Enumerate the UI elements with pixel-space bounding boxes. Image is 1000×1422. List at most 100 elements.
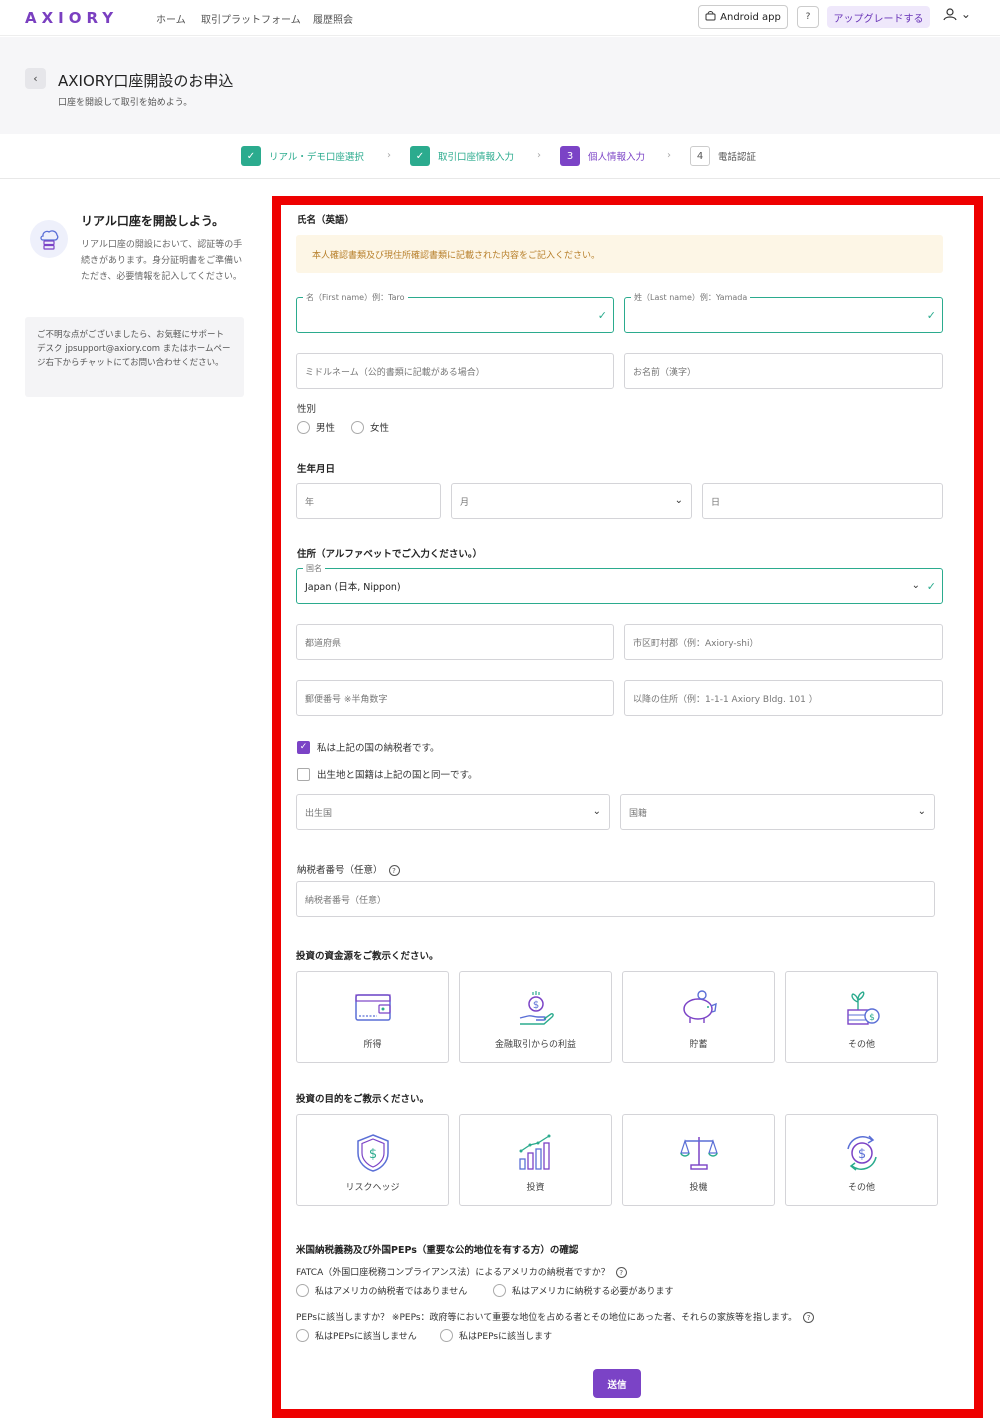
address-section-label: 住所（アルファベットでご入力ください。） <box>297 549 483 560</box>
first-name-label: 名（First name）例：Taro <box>303 292 408 303</box>
kanji-name-input[interactable]: お名前（漢字） <box>624 353 943 389</box>
gender-male-radio[interactable]: 男性 <box>297 420 335 434</box>
chevron-right-icon: › <box>667 150 671 161</box>
back-button[interactable]: ‹ <box>25 68 46 89</box>
svg-text:$: $ <box>869 1013 875 1023</box>
street-input[interactable]: 以降の住所（例：1-1-1 Axiory Bldg. 101 ） <box>624 680 943 716</box>
tin-input[interactable]: 納税者番号（任意） <box>296 881 935 917</box>
checkbox-square <box>297 767 310 781</box>
birth-country-select[interactable]: 出生国 ⌄ <box>296 794 610 830</box>
nav-history[interactable]: 履歴照会 <box>313 11 353 26</box>
taxpayer-label: 私は上記の国の納税者です。 <box>317 743 440 754</box>
fatca-yes-radio[interactable]: 私はアメリカに納税する必要があります <box>493 1284 674 1297</box>
check-icon: ✓ <box>241 146 261 166</box>
question-icon[interactable]: ? <box>388 865 400 876</box>
option-label: その他 <box>847 1040 875 1050</box>
option-label: リスクヘッジ <box>345 1183 400 1193</box>
page-title: AXIORY口座開設のお申込 <box>58 72 234 90</box>
purpose-section-label: 投資の目的をご教示ください。 <box>296 1094 430 1105</box>
upgrade-button[interactable]: アップグレードする <box>827 6 930 28</box>
question-icon[interactable]: ? <box>615 1267 627 1278</box>
funds-option-other[interactable]: $ その他 <box>785 971 938 1063</box>
birth-day-input[interactable]: 日 <box>702 483 943 519</box>
sidebar-title: リアル口座を開設しよう。 <box>81 214 225 228</box>
last-name-label: 姓（Last name）例：Yamada <box>631 292 751 303</box>
purpose-option-invest[interactable]: 投資 <box>459 1114 612 1206</box>
fatca-no-radio[interactable]: 私はアメリカの納税者ではありません <box>296 1284 467 1297</box>
android-app-button[interactable]: Android app <box>698 5 788 29</box>
nationality-select[interactable]: 国籍 ⌄ <box>620 794 935 830</box>
birthplace-checkbox[interactable]: 出生地と国籍は上記の国と同一です。 <box>297 767 478 781</box>
step-1: ✓ リアル・デモ口座選択 <box>241 146 364 166</box>
wallet-icon <box>354 994 391 1021</box>
birth-label: 生年月日 <box>297 464 336 475</box>
option-label: 貯蓄 <box>689 1040 708 1050</box>
street-placeholder: 以降の住所（例：1-1-1 Axiory Bldg. 101 ） <box>633 694 818 705</box>
radio-circle <box>296 1329 309 1342</box>
option-label: 投機 <box>689 1183 708 1193</box>
radio-label: 男性 <box>316 423 336 434</box>
chevron-down-icon: ⌄ <box>911 580 920 591</box>
fatca-question: FATCA（外国口座税務コンプライアンス法）によるアメリカの納税者ですか？ <box>296 1268 610 1278</box>
question-icon[interactable]: ? <box>803 1312 815 1323</box>
zip-input[interactable]: 郵便番号 ※半角数字 <box>296 680 614 716</box>
birth-month-select[interactable]: 月 ⌄ <box>451 483 692 519</box>
peps-no-radio[interactable]: 私はPEPsに該当しません <box>296 1329 417 1342</box>
first-name-input[interactable]: 名（First name）例：Taro ✓ <box>296 292 614 333</box>
country-select[interactable]: 国名 Japan (日本, Nippon) ⌄ ✓ <box>296 563 943 604</box>
peps-question-row: PEPsに該当しますか？ ※PEPs：政府等において重要な地位を占める者とその地… <box>296 1310 815 1323</box>
chevron-right-icon: › <box>387 150 391 161</box>
gender-label: 性別 <box>297 404 317 415</box>
gender-female-radio[interactable]: 女性 <box>351 420 389 434</box>
middle-name-input[interactable]: ミドルネーム（公的書類に記載がある場合） <box>296 353 614 389</box>
top-nav: AXIORY ホーム 取引プラットフォーム 履歴照会 Android app ?… <box>0 0 1000 36</box>
step-4: 4 電話認証 <box>690 146 756 166</box>
user-menu[interactable]: ⌄ <box>943 7 971 24</box>
city-input[interactable]: 市区町村郡（例：Axiory-shi） <box>624 624 943 660</box>
funds-option-savings[interactable]: 貯蓄 <box>622 971 775 1063</box>
birth-year-placeholder: 年 <box>305 497 315 508</box>
checkmark-icon: ✓ <box>297 740 310 754</box>
funds-option-income[interactable]: 所得 <box>296 971 449 1063</box>
piggy-bank-icon <box>682 990 717 1023</box>
chevron-down-icon: ⌄ <box>917 806 926 817</box>
axiory-logo[interactable]: AXIORY <box>25 9 118 27</box>
nav-platform[interactable]: 取引プラットフォーム <box>201 11 301 26</box>
funds-section-label: 投資の資金源をご教示ください。 <box>296 951 439 962</box>
radio-circle <box>297 420 310 434</box>
purpose-option-other[interactable]: $ その他 <box>785 1114 938 1206</box>
tin-placeholder: 納税者番号（任意） <box>305 895 387 906</box>
name-section-label: 氏名（英語） <box>297 215 355 226</box>
chevron-down-icon: ⌄ <box>674 495 683 506</box>
radio-circle <box>351 420 364 434</box>
page-header: ‹ AXIORY口座開設のお申込 口座を開設して取引を始めよう。 <box>0 37 1000 134</box>
nav-home[interactable]: ホーム <box>156 11 186 26</box>
android-icon <box>705 10 716 24</box>
check-icon: ✓ <box>926 309 936 322</box>
submit-button[interactable]: 送信 <box>593 1369 641 1398</box>
peps-question: PEPsに該当しますか？ ※PEPs：政府等において重要な地位を占める者とその地… <box>296 1313 798 1323</box>
birth-country-placeholder: 出生国 <box>305 808 333 819</box>
step-2: ✓ 取引口座情報入力 <box>410 146 514 166</box>
sidebar-text: リアル口座の開設において、認証等の手続きがあります。身分証明書をご準備いただき、… <box>81 240 243 282</box>
prefecture-placeholder: 都道府県 <box>305 638 342 649</box>
check-icon: ✓ <box>597 309 607 322</box>
dollar-cycle-icon: $ <box>846 1135 877 1171</box>
last-name-input[interactable]: 姓（Last name）例：Yamada ✓ <box>624 292 943 333</box>
android-app-label: Android app <box>720 11 781 23</box>
svg-text:$: $ <box>368 1147 376 1162</box>
taxpayer-checkbox[interactable]: ✓ 私は上記の国の納税者です。 <box>297 740 440 754</box>
peps-yes-radio[interactable]: 私はPEPsに該当します <box>440 1329 552 1342</box>
country-value: Japan (日本, Nippon) <box>305 582 401 593</box>
chevron-down-icon: ⌄ <box>960 7 971 21</box>
birth-day-placeholder: 日 <box>711 497 721 508</box>
prefecture-input[interactable]: 都道府県 <box>296 624 614 660</box>
check-icon: ✓ <box>410 146 430 166</box>
birth-year-input[interactable]: 年 <box>296 483 441 519</box>
purpose-option-speculation[interactable]: 投機 <box>622 1114 775 1206</box>
help-icon[interactable]: ? <box>797 6 819 28</box>
purpose-option-hedge[interactable]: $ リスクヘッジ <box>296 1114 449 1206</box>
svg-text:$: $ <box>532 1000 538 1011</box>
funds-option-trading[interactable]: $ 金融取引からの利益 <box>459 971 612 1063</box>
plant-coin-icon: $ <box>846 991 880 1025</box>
